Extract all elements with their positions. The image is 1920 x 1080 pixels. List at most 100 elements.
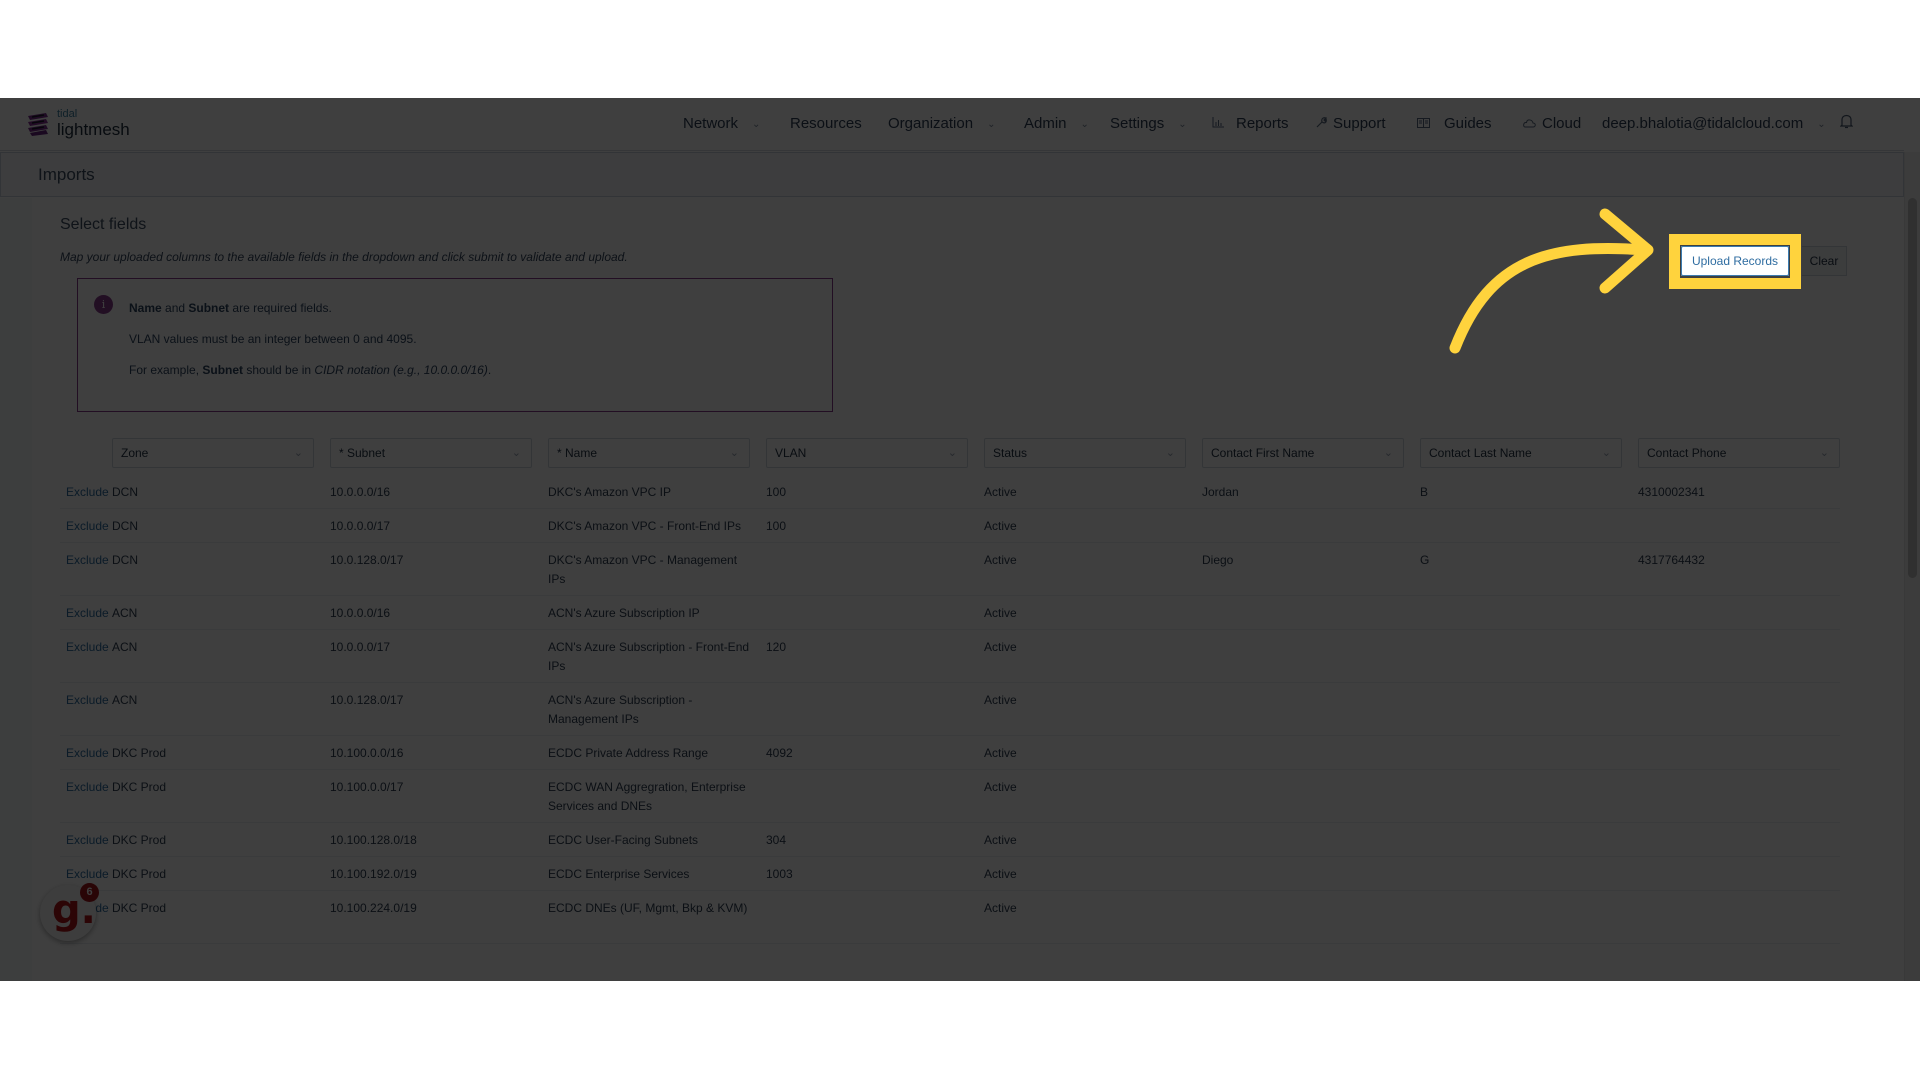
info-icon: i — [94, 295, 113, 314]
nav-settings[interactable]: Settings ⌄ — [1110, 115, 1187, 132]
notification-badge: 6 — [80, 883, 99, 902]
cell-phone: 4310002341 — [1638, 485, 1705, 499]
user-menu[interactable]: deep.bhalotia@tidalcloud.com ⌄ — [1602, 115, 1826, 132]
select-value: Zone — [121, 446, 149, 460]
cell-status: Active — [984, 780, 1017, 794]
nav-resources[interactable]: Resources — [790, 115, 862, 132]
nav-organization[interactable]: Organization ⌄ — [888, 115, 995, 132]
chevron-down-icon: ⌄ — [1383, 447, 1393, 459]
column-select-zone[interactable]: Zone ⌄ — [112, 438, 314, 468]
table-row: Exclude DKC Prod 10.100.192.0/19 ECDC Enter… — [60, 857, 1840, 891]
column-select-contactfirstname[interactable]: Contact First Name ⌄ — [1202, 438, 1404, 468]
scrollbar-thumb[interactable] — [1908, 198, 1917, 578]
bell-icon — [1839, 114, 1854, 133]
scrollbar[interactable] — [1904, 152, 1920, 981]
exclude-link[interactable]: Exclude — [66, 551, 109, 570]
cell-phone: 4317764432 — [1638, 553, 1705, 567]
cell-subnet: 10.100.192.0/19 — [330, 867, 417, 881]
top-navigation: tidal lightmesh Network ⌄ Resources Orga… — [0, 98, 1904, 151]
table-row: Exclude ACN 10.0.128.0/17 ACN's Azure Subsc… — [60, 683, 1840, 736]
info-callout: i Name and Subnet are required fields. V… — [77, 278, 833, 412]
exclude-link[interactable]: Exclude — [66, 865, 109, 884]
table-row: Exclude ACN 10.0.0.0/16 ACN's Azure Subscri… — [60, 596, 1840, 630]
cell-zone: DKC Prod — [112, 746, 167, 760]
info-line-required: Name and Subnet are required fields. — [129, 301, 332, 315]
exclude-link[interactable]: Exclude — [66, 483, 109, 502]
cell-zone: DKC Prod — [112, 867, 167, 881]
cell-subnet: 10.0.128.0/17 — [330, 693, 404, 707]
info-text: are required fields. — [229, 301, 332, 315]
info-text: . — [487, 363, 492, 377]
cell-first: Jordan — [1202, 485, 1239, 499]
exclude-link[interactable]: Exclude — [66, 744, 109, 763]
cell-subnet: 10.0.128.0/17 — [330, 553, 404, 567]
logo-text-lightmesh: lightmesh — [57, 120, 130, 139]
cell-name: ECDC Private Address Range — [548, 746, 709, 760]
cell-name: DKC's Amazon VPC IP — [548, 485, 671, 499]
cell-vlan: 100 — [766, 485, 787, 499]
cell-name: DKC's Amazon VPC - Management IPs — [548, 553, 738, 586]
column-select-status[interactable]: Status ⌄ — [984, 438, 1186, 468]
cell-zone: ACN — [112, 693, 138, 707]
column-select-subnet[interactable]: * Subnet ⌄ — [330, 438, 532, 468]
table-row: ExcludeDKC Prod10.100.224.0/19ECDC DNEs … — [60, 891, 1840, 944]
cell-zone: DCN — [112, 485, 138, 499]
chevron-down-icon: ⌄ — [511, 447, 521, 459]
cell-status: Active — [984, 553, 1017, 567]
select-value: Contact First Name — [1211, 446, 1315, 460]
clear-button[interactable]: Clear — [1802, 246, 1847, 276]
table-row: Exclude DCN 10.0.0.0/17 DKC's Amazon VPC - … — [60, 509, 1840, 543]
cell-name: ECDC User-Facing Subnets — [548, 833, 699, 847]
nav-cloud[interactable]: Cloud — [1522, 115, 1581, 132]
upload-records-button[interactable]: Upload Records — [1681, 246, 1789, 276]
exclude-link[interactable]: Exclude — [66, 604, 109, 623]
exclude-link[interactable]: Exclude — [66, 638, 109, 657]
nav-guides[interactable]: Guides — [1417, 115, 1492, 132]
select-value: Status — [993, 446, 1028, 460]
table-row: Exclude DCN 10.0.128.0/17 DKC's Amazon VPC … — [60, 543, 1840, 596]
nav-support[interactable]: Support — [1315, 115, 1386, 132]
cell-zone: ACN — [112, 640, 138, 654]
cell-name: ECDC Enterprise Services — [548, 867, 690, 881]
lightmesh-logo[interactable]: tidal lightmesh — [26, 109, 130, 138]
exclude-link[interactable]: Exclude — [66, 517, 109, 536]
logo-mark-icon — [28, 112, 48, 136]
cell-vlan: 120 — [766, 640, 787, 654]
info-text: For example, — [129, 363, 203, 377]
cell-status: Active — [984, 867, 1017, 881]
info-text: should be in — [243, 363, 315, 377]
nav-resources-label: Resources — [790, 115, 862, 132]
notifications-button[interactable] — [1839, 114, 1854, 133]
nav-admin[interactable]: Admin ⌄ — [1024, 115, 1089, 132]
exclude-link[interactable]: Exclude — [66, 831, 109, 850]
column-select-name[interactable]: * Name ⌄ — [548, 438, 750, 468]
select-value: Contact Phone — [1647, 446, 1727, 460]
cell-subnet: 10.0.0.0/17 — [330, 519, 391, 533]
cell-subnet: 10.100.128.0/18 — [330, 833, 417, 847]
nav-reports[interactable]: Reports — [1212, 115, 1289, 132]
cell-vlan: 4092 — [766, 746, 793, 760]
table-row: Exclude DCN 10.0.0.0/16 DKC's Amazon VPC IP… — [60, 475, 1840, 509]
exclude-link[interactable]: Exclude — [66, 778, 109, 797]
nav-network-label: Network — [683, 115, 739, 132]
column-select-contactlastname[interactable]: Contact Last Name ⌄ — [1420, 438, 1622, 468]
column-select-contactphone[interactable]: Contact Phone ⌄ — [1638, 438, 1840, 468]
import-content: Select fields Map your uploaded columns … — [32, 198, 1904, 981]
column-select-vlan[interactable]: VLAN ⌄ — [766, 438, 968, 468]
exclude-link[interactable]: Exclude — [66, 691, 109, 710]
cell-status: Active — [984, 746, 1017, 760]
nav-network[interactable]: Network ⌄ — [683, 115, 760, 132]
nav-settings-label: Settings — [1110, 115, 1165, 132]
select-value: * Name — [557, 446, 598, 460]
cell-first: Diego — [1202, 553, 1234, 567]
guide-widget-button[interactable]: g. 6 — [40, 883, 99, 941]
chevron-down-icon: ⌄ — [293, 447, 303, 459]
cell-name: DKC's Amazon VPC - Front-End IPs — [548, 519, 742, 533]
info-bold: Name — [129, 301, 162, 315]
cell-status: Active — [984, 606, 1017, 620]
cell-subnet: 10.100.0.0/16 — [330, 746, 404, 760]
select-value: Contact Last Name — [1429, 446, 1532, 460]
left-gutter — [0, 198, 32, 981]
cell-name: ACN's Azure Subscription - Management IP… — [548, 693, 693, 726]
info-italic: CIDR notation (e.g., 10.0.0.0/16) — [314, 363, 488, 377]
